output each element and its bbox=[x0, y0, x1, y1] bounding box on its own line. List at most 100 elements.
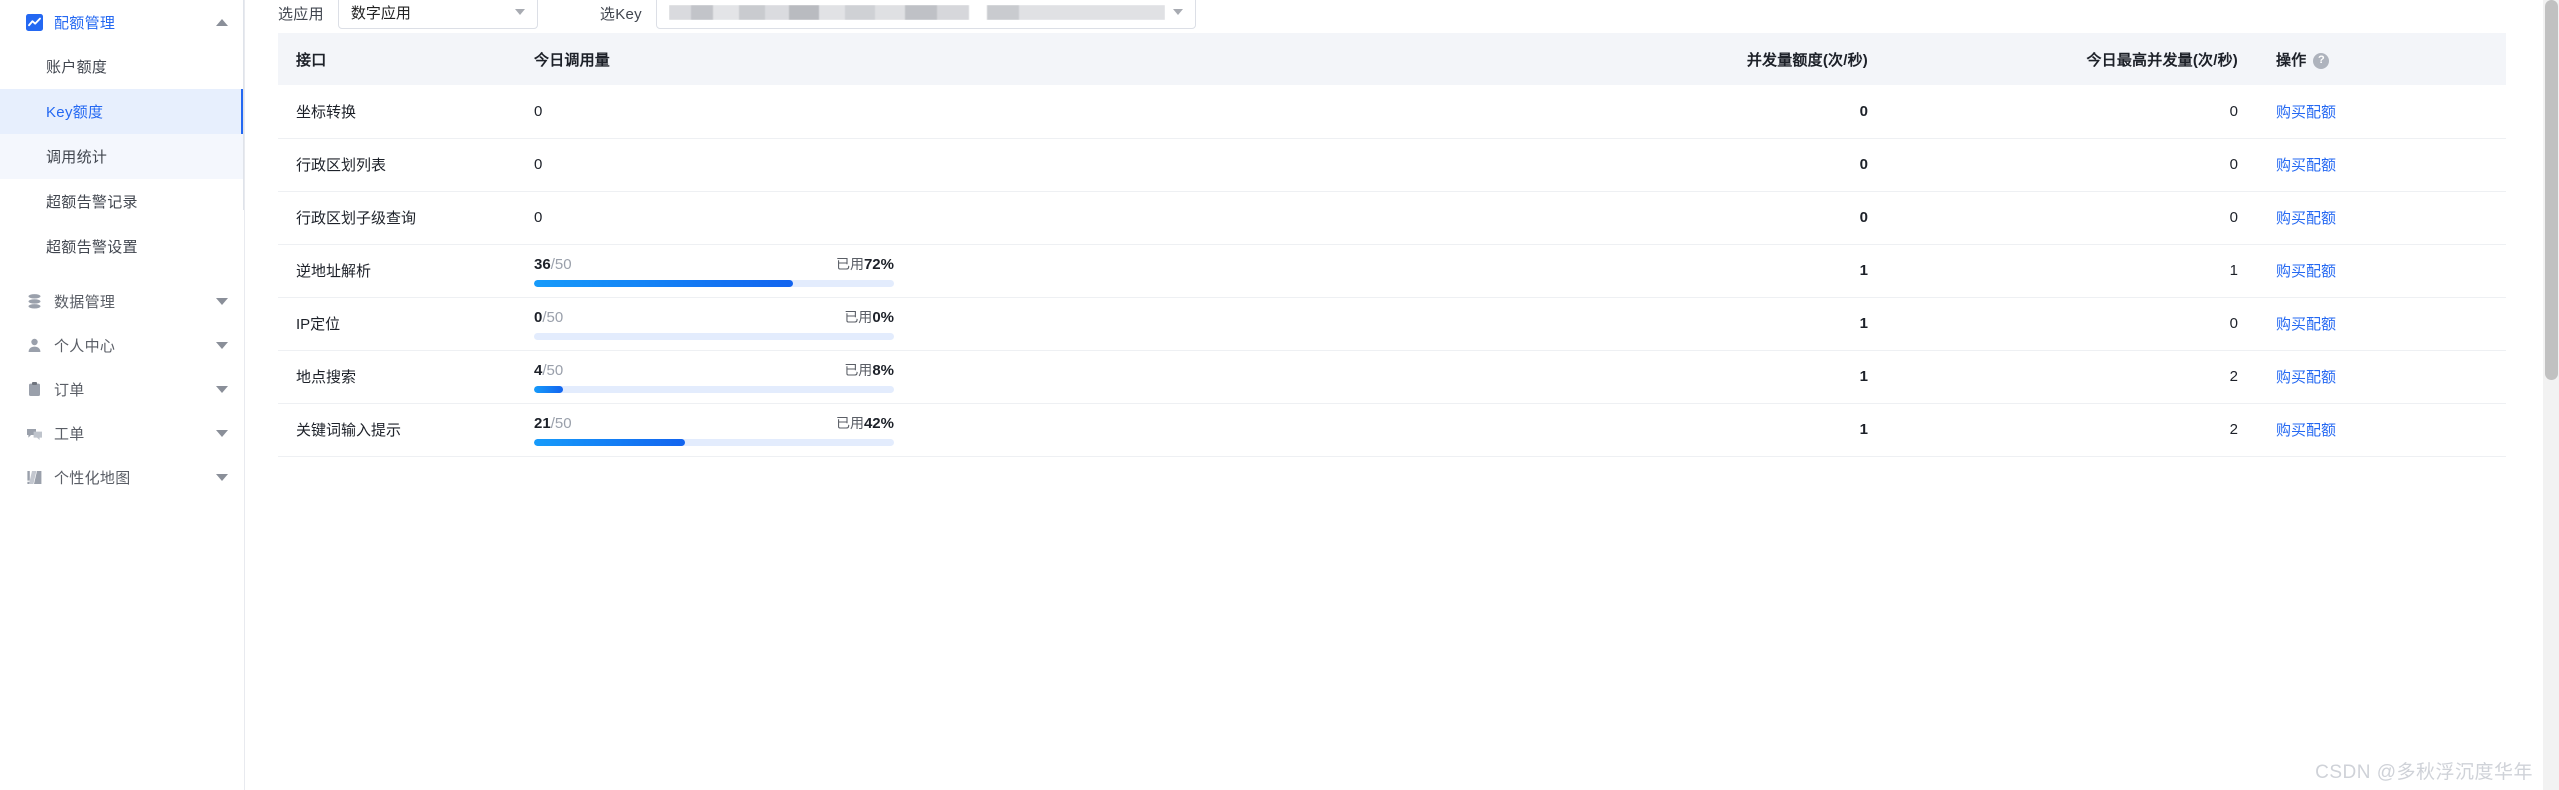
usage-used: 4 bbox=[534, 362, 543, 379]
sidebar-group-label: 订单 bbox=[54, 381, 85, 399]
cell-action: 购买配额 bbox=[2256, 403, 2506, 457]
cell-today-max-concurrency: 0 bbox=[1886, 297, 2256, 351]
cell-action: 购买配额 bbox=[2256, 191, 2506, 245]
chevron-down-icon[interactable] bbox=[216, 429, 228, 437]
usage-total: 50 bbox=[554, 256, 572, 273]
usage-progress-track bbox=[534, 386, 894, 393]
usage-fraction: 21/50 bbox=[534, 415, 572, 432]
sidebar-group-label: 配额管理 bbox=[54, 14, 116, 32]
sidebar-group-work-orders[interactable]: 工单 bbox=[0, 411, 244, 455]
watermark: CSDN @多秋浮沉度华年 bbox=[2315, 762, 2533, 783]
sidebar-item-label: 超额告警设置 bbox=[46, 239, 138, 256]
chevron-down-icon[interactable] bbox=[216, 297, 228, 305]
help-icon[interactable]: ? bbox=[2313, 52, 2330, 69]
buy-quota-link[interactable]: 购买配额 bbox=[2276, 104, 2336, 121]
today-calls-value: 0 bbox=[534, 102, 543, 120]
app-select-value: 数字应用 bbox=[350, 4, 411, 22]
sidebar-item-label: 超额告警记录 bbox=[46, 194, 138, 211]
quota-table-wrapper: 接口 今日调用量 并发量额度(次/秒) 今日最高并发量(次/秒) 操作? 坐标转… bbox=[278, 33, 2506, 457]
key-filter: 选Key bbox=[600, 0, 1196, 30]
today-calls-value: 0 bbox=[534, 156, 543, 173]
usage-progress-track bbox=[534, 439, 894, 446]
sidebar-item-call-statistics[interactable]: 调用统计 bbox=[0, 134, 244, 179]
usage-summary: 4/50 已用8% bbox=[534, 360, 894, 380]
buy-quota-link[interactable]: 购买配额 bbox=[2276, 316, 2336, 333]
buy-quota-link[interactable]: 购买配额 bbox=[2276, 157, 2336, 174]
table-row: 坐标转换 0 0 0 购买配额 bbox=[278, 85, 2506, 139]
map-layers-icon bbox=[26, 469, 43, 486]
vertical-scrollbar-thumb[interactable] bbox=[2545, 0, 2558, 380]
cell-today-max-concurrency: 2 bbox=[1886, 350, 2256, 404]
cell-today-calls: 0 bbox=[516, 138, 1516, 192]
quota-table: 接口 今日调用量 并发量额度(次/秒) 今日最高并发量(次/秒) 操作? 坐标转… bbox=[278, 33, 2506, 457]
chevron-up-icon[interactable] bbox=[216, 18, 228, 26]
chevron-down-icon[interactable] bbox=[216, 341, 228, 349]
chevron-down-icon[interactable] bbox=[216, 473, 228, 481]
quota-management-page: 配额管理 账户额度 Key额度 调用统计 超额告警记录 超额告警设置 数据管理 … bbox=[0, 0, 2559, 790]
sidebar-group-orders[interactable]: 订单 bbox=[0, 367, 244, 411]
cell-today-max-concurrency: 2 bbox=[1886, 403, 2256, 457]
cell-action: 购买配额 bbox=[2256, 297, 2506, 351]
sidebar-item-label: Key额度 bbox=[46, 104, 104, 121]
sidebar-group-quota-management[interactable]: 配额管理 bbox=[0, 0, 244, 44]
chevron-down-icon[interactable] bbox=[216, 385, 228, 393]
cell-today-calls: 0/50 已用0% bbox=[516, 297, 1516, 351]
chart-line-icon bbox=[26, 13, 43, 31]
buy-quota-link[interactable]: 购买配额 bbox=[2276, 369, 2336, 386]
buy-quota-link[interactable]: 购买配额 bbox=[2276, 263, 2336, 280]
usage-percent: 已用0% bbox=[844, 307, 894, 327]
cell-today-max-concurrency: 0 bbox=[1886, 191, 2256, 245]
sidebar-item-overage-alert-settings[interactable]: 超额告警设置 bbox=[0, 224, 244, 269]
usage-percent-label: 已用 bbox=[844, 362, 873, 378]
chevron-down-icon bbox=[1172, 9, 1183, 15]
cell-today-calls: 4/50 已用8% bbox=[516, 350, 1516, 404]
quota-table-body: 坐标转换 0 0 0 购买配额 行政区划列表 0 0 0 购买配额 行政区划子级… bbox=[278, 85, 2506, 457]
usage-total: 50 bbox=[554, 415, 572, 432]
usage-percent-label: 已用 bbox=[835, 415, 864, 431]
sidebar-group-label: 个性化地图 bbox=[54, 469, 131, 487]
cell-today-max-concurrency: 0 bbox=[1886, 85, 2256, 139]
usage-percent: 已用72% bbox=[836, 254, 894, 274]
sidebar-group-custom-map[interactable]: 个性化地图 bbox=[0, 455, 244, 499]
cell-today-calls: 21/50 已用42% bbox=[516, 403, 1516, 457]
vertical-scrollbar-track[interactable] bbox=[2543, 0, 2559, 790]
cell-today-max-concurrency: 0 bbox=[1886, 138, 2256, 192]
buy-quota-link[interactable]: 购买配额 bbox=[2276, 210, 2336, 227]
sidebar-group-label: 工单 bbox=[54, 425, 85, 443]
sidebar-item-key-quota[interactable]: Key额度 bbox=[0, 89, 244, 134]
column-header-action: 操作? bbox=[2256, 33, 2506, 85]
database-icon bbox=[26, 293, 43, 310]
usage-percent-value: 42% bbox=[863, 415, 894, 432]
usage-progress-fill bbox=[534, 439, 686, 446]
quota-table-head: 接口 今日调用量 并发量额度(次/秒) 今日最高并发量(次/秒) 操作? bbox=[278, 33, 2506, 85]
usage-used: 21 bbox=[534, 415, 551, 432]
usage-fraction: 4/50 bbox=[534, 362, 564, 379]
usage-fraction: 0/50 bbox=[534, 309, 564, 326]
app-filter-label: 选应用 bbox=[278, 6, 324, 23]
sidebar-item-overage-alert-records[interactable]: 超额告警记录 bbox=[0, 179, 244, 224]
cell-concurrency-quota: 0 bbox=[1516, 191, 1886, 245]
column-header-today-max-concurrency: 今日最高并发量(次/秒) bbox=[1886, 33, 2256, 85]
usage-percent-value: 0% bbox=[872, 309, 894, 326]
usage-total: 50 bbox=[546, 362, 564, 379]
chevron-down-icon bbox=[514, 9, 525, 15]
table-row: 逆地址解析 36/50 已用72% 1 1 购买配额 bbox=[278, 244, 2506, 298]
sidebar-group-data-management[interactable]: 数据管理 bbox=[0, 279, 244, 323]
key-select[interactable] bbox=[655, 0, 1196, 29]
cell-api-name: IP定位 bbox=[278, 297, 516, 351]
cell-api-name: 地点搜索 bbox=[278, 350, 516, 404]
sidebar-group-label: 数据管理 bbox=[54, 293, 116, 311]
table-row: 关键词输入提示 21/50 已用42% 1 2 购买配额 bbox=[278, 403, 2506, 457]
table-row: 行政区划子级查询 0 0 0 购买配额 bbox=[278, 191, 2506, 245]
cell-today-max-concurrency: 1 bbox=[1886, 244, 2256, 298]
cell-concurrency-quota: 1 bbox=[1516, 350, 1886, 404]
buy-quota-link[interactable]: 购买配额 bbox=[2276, 422, 2336, 439]
usage-total: 50 bbox=[546, 309, 564, 326]
app-select[interactable]: 数字应用 bbox=[337, 0, 538, 29]
column-header-concurrency-quota: 并发量额度(次/秒) bbox=[1516, 33, 1886, 85]
sidebar-group-personal-center[interactable]: 个人中心 bbox=[0, 323, 244, 367]
sidebar-item-account-quota[interactable]: 账户额度 bbox=[0, 44, 244, 89]
cell-api-name: 行政区划子级查询 bbox=[278, 191, 516, 245]
key-select-value bbox=[668, 4, 1165, 20]
key-filter-label: 选Key bbox=[599, 6, 642, 23]
